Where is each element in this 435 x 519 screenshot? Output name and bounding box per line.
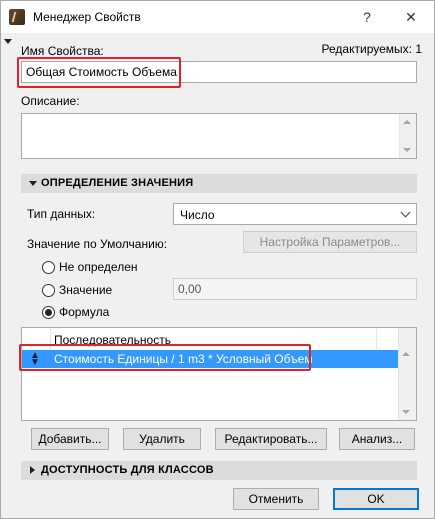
radio-formula-label: Формула <box>59 305 110 319</box>
default-value-label: Значение по Умолчанию: <box>27 237 168 251</box>
add-button[interactable]: Добавить... <box>31 428 109 450</box>
title-bar: Менеджер Свойств ? ✕ <box>1 1 434 33</box>
scroll-up-icon[interactable] <box>402 352 410 356</box>
data-type-label: Тип данных: <box>27 207 96 221</box>
radio-formula[interactable] <box>42 306 55 319</box>
expand-down-icon <box>29 181 37 186</box>
scroll-down-icon[interactable] <box>402 410 410 414</box>
help-button[interactable]: ? <box>345 1 389 33</box>
archicad-app-icon <box>9 9 25 25</box>
expand-right-icon <box>30 466 35 474</box>
data-type-value: Число <box>180 208 215 222</box>
window-title: Менеджер Свойств <box>33 10 141 24</box>
edit-button[interactable]: Редактировать... <box>215 428 327 450</box>
close-button[interactable]: ✕ <box>389 1 433 33</box>
cancel-button[interactable]: Отменить <box>233 488 319 510</box>
scroll-down-icon[interactable] <box>403 148 411 152</box>
panel-collapse-arrow-icon[interactable] <box>4 39 12 44</box>
editable-count: Редактируемых: 1 <box>321 42 422 56</box>
column-divider <box>376 328 377 350</box>
radio-undefined-label: Не определен <box>59 260 138 274</box>
value-definition-title: ОПРЕДЕЛЕНИЕ ЗНАЧЕНИЯ <box>41 177 194 189</box>
description-textarea[interactable] <box>21 113 417 159</box>
class-availability-section-header[interactable]: ДОСТУПНОСТЬ ДЛЯ КЛАССОВ <box>21 461 417 480</box>
analyze-button[interactable]: Анализ... <box>339 428 415 450</box>
property-name-label: Имя Свойства: <box>21 44 104 58</box>
remove-button[interactable]: Удалить <box>123 428 201 450</box>
value-definition-section-header[interactable]: ОПРЕДЕЛЕНИЕ ЗНАЧЕНИЯ <box>21 174 417 193</box>
name-highlight-annotation <box>17 57 181 88</box>
formula-sequence-list[interactable]: Последовательность ▲ ▼ Стоимость Единицы … <box>21 327 417 421</box>
formula-highlight-annotation <box>19 344 311 371</box>
property-manager-dialog: Менеджер Свойств ? ✕ Имя Свойства: Редак… <box>0 0 435 519</box>
description-label: Описание: <box>21 94 80 108</box>
ok-button[interactable]: OK <box>333 488 419 510</box>
class-availability-title: ДОСТУПНОСТЬ ДЛЯ КЛАССОВ <box>41 464 214 476</box>
value-input[interactable] <box>173 278 417 300</box>
radio-value[interactable] <box>42 284 55 297</box>
list-scrollbar[interactable] <box>398 328 416 420</box>
data-type-select[interactable]: Число <box>173 203 417 225</box>
chevron-down-icon <box>400 207 411 218</box>
description-scrollbar[interactable] <box>399 114 416 158</box>
parameter-settings-button[interactable]: Настройка Параметров... <box>243 231 417 253</box>
radio-undefined[interactable] <box>42 261 55 274</box>
scroll-up-icon[interactable] <box>403 120 411 124</box>
radio-value-label: Значение <box>59 283 113 297</box>
